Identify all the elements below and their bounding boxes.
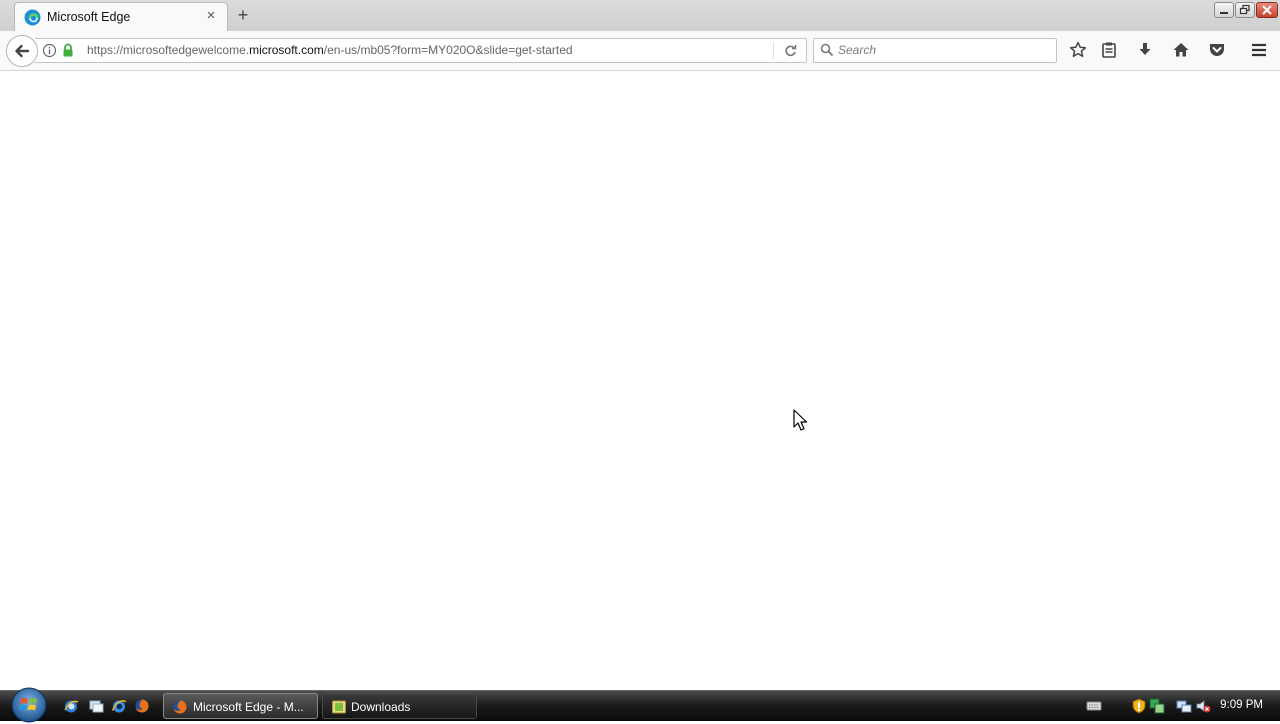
search-input[interactable] bbox=[838, 41, 1048, 59]
ie-blue-icon[interactable] bbox=[111, 698, 127, 714]
back-button[interactable] bbox=[6, 35, 38, 67]
page-content bbox=[0, 71, 1280, 690]
edge-favicon-icon bbox=[24, 9, 41, 26]
reload-icon[interactable] bbox=[783, 43, 798, 58]
minimize-icon bbox=[1220, 12, 1228, 14]
mouse-cursor-icon bbox=[793, 409, 808, 431]
firefox-icon bbox=[173, 700, 187, 714]
minimize-button[interactable] bbox=[1214, 2, 1234, 18]
firefox-icon[interactable] bbox=[134, 698, 150, 714]
back-arrow-icon bbox=[15, 44, 30, 58]
network-status-icon[interactable] bbox=[1149, 698, 1165, 714]
downloads-icon[interactable] bbox=[1135, 40, 1155, 60]
lock-icon[interactable] bbox=[62, 43, 74, 58]
close-icon bbox=[1262, 5, 1272, 15]
taskbar-item-downloads[interactable]: Downloads bbox=[322, 693, 477, 719]
pocket-icon[interactable] bbox=[1207, 40, 1227, 60]
home-icon[interactable] bbox=[1171, 40, 1191, 60]
url-text[interactable]: https://microsoftedgewelcome.microsoft.c… bbox=[87, 43, 573, 57]
security-shield-icon[interactable] bbox=[1131, 698, 1147, 714]
reading-list-icon[interactable] bbox=[1099, 40, 1119, 60]
info-icon[interactable] bbox=[42, 43, 57, 58]
search-icon bbox=[820, 43, 834, 57]
window-controls bbox=[1214, 2, 1278, 18]
bookmark-star-icon[interactable] bbox=[1068, 40, 1088, 60]
navigation-toolbar: https://microsoftedgewelcome.microsoft.c… bbox=[0, 31, 1280, 71]
address-bar[interactable]: https://microsoftedgewelcome.microsoft.c… bbox=[35, 38, 807, 63]
taskbar-item-browser[interactable]: Microsoft Edge - M... bbox=[163, 693, 318, 719]
show-desktop-icon[interactable] bbox=[88, 698, 104, 714]
restore-button[interactable] bbox=[1235, 2, 1255, 18]
close-window-button[interactable] bbox=[1256, 2, 1278, 18]
ie-icon[interactable] bbox=[63, 698, 79, 714]
volume-muted-icon[interactable] bbox=[1195, 698, 1211, 714]
folder-icon bbox=[332, 700, 346, 714]
tab-active[interactable]: Microsoft Edge × bbox=[14, 2, 228, 32]
tab-title: Microsoft Edge bbox=[47, 10, 131, 24]
url-divider bbox=[773, 42, 774, 59]
tab-close-button[interactable]: × bbox=[203, 8, 219, 24]
taskbar: Microsoft Edge - M... Downloads 9:09 PM bbox=[0, 687, 1280, 723]
taskbar-item-label: Microsoft Edge - M... bbox=[193, 700, 304, 714]
title-bar: Microsoft Edge × + bbox=[0, 0, 1280, 32]
keyboard-icon[interactable] bbox=[1086, 698, 1102, 714]
url-domain: microsoft.com bbox=[249, 43, 324, 57]
system-clock[interactable]: 9:09 PM bbox=[1220, 699, 1263, 711]
taskbar-item-label: Downloads bbox=[351, 700, 411, 714]
menu-icon[interactable] bbox=[1249, 40, 1269, 60]
url-prefix: https://microsoftedgewelcome. bbox=[87, 43, 250, 57]
network-icon[interactable] bbox=[1176, 698, 1192, 714]
new-tab-button[interactable]: + bbox=[233, 5, 253, 25]
restore-icon bbox=[1239, 4, 1250, 15]
start-button[interactable] bbox=[9, 686, 49, 724]
search-bar[interactable] bbox=[813, 38, 1057, 63]
url-path: /en-us/mb05?form=MY020O&slide=get-starte… bbox=[323, 43, 573, 57]
